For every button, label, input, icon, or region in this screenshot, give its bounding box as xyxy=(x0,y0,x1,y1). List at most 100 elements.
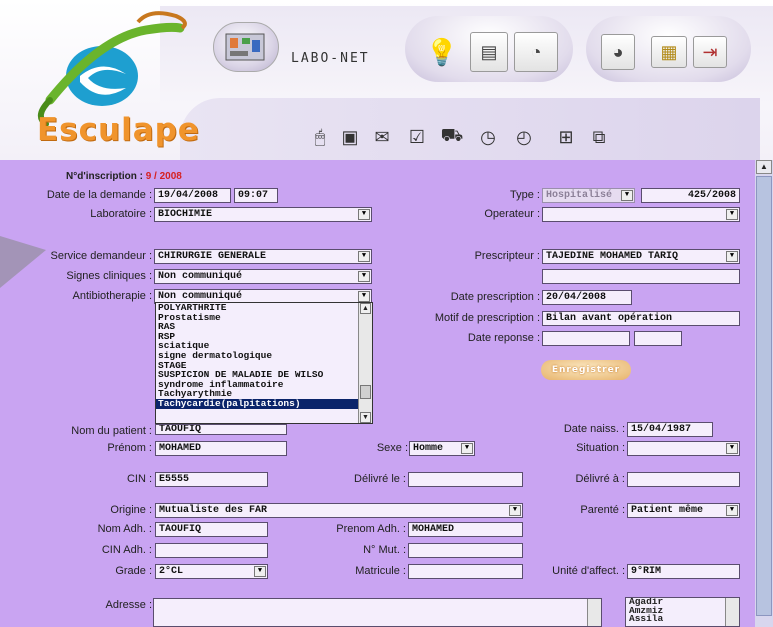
save-disk-icon[interactable]: ▣ xyxy=(336,124,364,150)
stopwatch-icon[interactable]: ◴ xyxy=(510,124,538,150)
delivre-le-label: Délivré le : xyxy=(354,473,406,485)
chevron-down-icon[interactable]: ▼ xyxy=(621,190,633,201)
chevron-down-icon[interactable]: ▼ xyxy=(358,209,370,220)
n-mut-field[interactable] xyxy=(408,543,523,558)
chevron-down-icon[interactable]: ▼ xyxy=(461,443,473,454)
grade-select[interactable]: 2°CL ▼ xyxy=(155,564,268,579)
antibio-dropdown-list[interactable]: POLYARTHRITE Prostatisme RAS RSP sciatiq… xyxy=(155,302,373,424)
date-reponse-field[interactable] xyxy=(542,331,630,346)
delivre-a-field[interactable] xyxy=(627,472,740,487)
cin-field[interactable]: E5555 xyxy=(155,472,268,487)
date-prescription-label: Date prescription : xyxy=(450,291,540,303)
service-select[interactable]: CHIRURGIE GENERALE ▼ xyxy=(154,249,372,264)
inscription-number: 9 / 2008 xyxy=(145,171,182,182)
enregistrer-button[interactable]: Enregistrer xyxy=(541,360,631,380)
antibio-label: Antibiotherapie : xyxy=(72,290,153,302)
chevron-down-icon[interactable]: ▼ xyxy=(509,505,521,516)
vertical-scrollbar[interactable]: ▲ xyxy=(755,160,773,627)
list-item[interactable]: RAS xyxy=(156,322,372,332)
inscription-label: N°d'inscription : 9 / 2008 xyxy=(66,171,182,182)
pie-chart-icon[interactable]: ◕ xyxy=(601,34,635,70)
chevron-down-icon[interactable]: ▼ xyxy=(358,271,370,282)
parente-select[interactable]: Patient même ▼ xyxy=(627,503,740,518)
scroll-up-icon[interactable]: ▲ xyxy=(756,160,772,174)
chevron-down-icon[interactable]: ▼ xyxy=(726,505,738,516)
list-item[interactable]: Assila xyxy=(626,614,739,624)
chevron-down-icon[interactable]: ▼ xyxy=(726,209,738,220)
date-prescription-field[interactable]: 20/04/2008 xyxy=(542,290,632,305)
delivre-a-label: Délivré à : xyxy=(575,473,625,485)
heure-demande-field[interactable]: 09:07 xyxy=(234,188,278,203)
prenom-adh-field[interactable]: MOHAMED xyxy=(408,522,523,537)
lightbulb-icon[interactable]: 💡 xyxy=(421,32,463,72)
report-icon[interactable]: ▤ xyxy=(470,32,508,72)
scroll-down-icon[interactable]: ▼ xyxy=(360,412,371,423)
matricule-field[interactable] xyxy=(408,564,523,579)
dropdown-scrollbar[interactable]: ▲ ▼ xyxy=(358,303,372,423)
network-icon[interactable]: ⊞ xyxy=(552,124,580,150)
sexe-select[interactable]: Homme ▼ xyxy=(409,441,475,456)
unite-field[interactable]: 9°RIM xyxy=(627,564,740,579)
adresse-label: Adresse : xyxy=(105,599,152,611)
date-demande-field[interactable]: 19/04/2008 xyxy=(154,188,231,203)
scroll-up-icon[interactable]: ▲ xyxy=(360,303,371,314)
request-form xyxy=(0,160,755,627)
list-item-selected[interactable]: Tachycardie(palpitations) xyxy=(156,399,372,409)
city-list-scrollbar[interactable] xyxy=(725,598,739,626)
cin-label: CIN : xyxy=(126,473,152,485)
circuit-board-icon[interactable] xyxy=(222,26,268,66)
cin-adh-label: CIN Adh. : xyxy=(101,544,152,556)
parente-label: Parenté : xyxy=(580,504,625,516)
chevron-down-icon[interactable]: ▼ xyxy=(726,251,738,262)
grade-label: Grade : xyxy=(115,565,152,577)
prescripteur-select[interactable]: TAJEDINE MOHAMED TARIQ ▼ xyxy=(542,249,740,264)
report-chart-icon[interactable]: ◔ xyxy=(514,32,558,72)
module-title: LABO-NET xyxy=(291,51,370,66)
motif-label: Motif de prescription : xyxy=(434,312,540,324)
exit-door-icon[interactable]: ⇥ xyxy=(693,36,727,68)
chevron-down-icon[interactable]: ▼ xyxy=(254,566,266,577)
motif-field[interactable]: Bilan avant opération xyxy=(542,311,740,326)
nom-field[interactable]: TAOUFIQ xyxy=(155,424,287,435)
chevron-down-icon[interactable]: ▼ xyxy=(726,443,738,454)
checklist-icon[interactable]: ☑ xyxy=(403,124,431,150)
chevron-down-icon[interactable]: ▼ xyxy=(358,291,370,302)
type-select[interactable]: Hospitalisé ▼ xyxy=(542,188,635,203)
list-item[interactable]: signe dermatologique xyxy=(156,351,372,361)
situation-select[interactable]: ▼ xyxy=(627,441,740,456)
delivre-le-field[interactable] xyxy=(408,472,523,487)
chip-icon[interactable]: ▦ xyxy=(651,36,687,68)
service-label: Service demandeur : xyxy=(50,250,153,262)
operateur-label: Operateur : xyxy=(484,208,540,220)
chevron-down-icon[interactable]: ▼ xyxy=(358,251,370,262)
matricule-label: Matricule : xyxy=(355,565,406,577)
scroll-thumb[interactable] xyxy=(756,176,772,616)
cin-adh-field[interactable] xyxy=(155,543,268,558)
adresse-field[interactable] xyxy=(153,598,602,627)
type-number-field[interactable]: 425/2008 xyxy=(641,188,740,203)
city-list[interactable]: Agadir Amzmiz Assila xyxy=(625,597,740,627)
signes-label: Signes cliniques : xyxy=(66,270,152,282)
laboratoire-select[interactable]: BIOCHIMIE ▼ xyxy=(154,207,372,222)
prenom-label: Prénom : xyxy=(107,442,152,454)
prenom-adh-label: Prenom Adh. : xyxy=(336,523,406,535)
mail-icon[interactable]: ✉ xyxy=(368,124,396,150)
operateur-select[interactable]: ▼ xyxy=(542,207,740,222)
prescripteur-label: Prescripteur : xyxy=(474,250,540,262)
mouse-icon[interactable]: 🖱 xyxy=(306,124,334,150)
folders-icon[interactable]: ⧉ xyxy=(585,124,613,150)
prenom-field[interactable]: MOHAMED xyxy=(155,441,287,456)
nom-adh-field[interactable]: TAOUFIQ xyxy=(155,522,268,537)
clock-icon[interactable]: ◷ xyxy=(474,124,502,150)
prescripteur-extra-field[interactable] xyxy=(542,269,740,284)
origine-select[interactable]: Mutualiste des FAR ▼ xyxy=(155,503,523,518)
date-demande-label: Date de la demande : xyxy=(46,189,152,201)
date-reponse-label: Date reponse : xyxy=(467,332,540,344)
scroll-thumb[interactable] xyxy=(360,385,371,399)
list-item[interactable]: Prostatisme xyxy=(156,312,372,323)
adresse-scrollbar[interactable] xyxy=(587,599,601,626)
car-icon[interactable]: ⛟ xyxy=(438,124,466,150)
signes-select[interactable]: Non communiqué ▼ xyxy=(154,269,372,284)
date-naiss-field[interactable]: 15/04/1987 xyxy=(627,422,713,437)
heure-reponse-field[interactable] xyxy=(634,331,682,346)
